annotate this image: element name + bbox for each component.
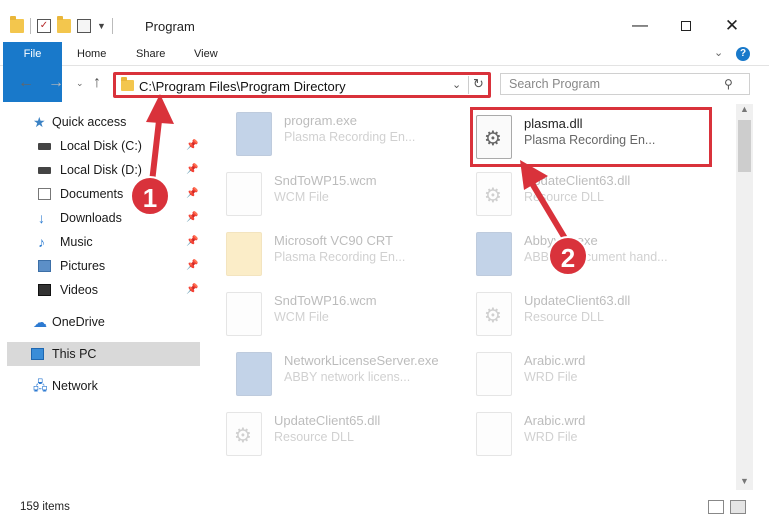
callout-badge-2: 2 bbox=[548, 236, 588, 276]
callout-arrows bbox=[146, 94, 569, 243]
callout-arrow-1 bbox=[146, 94, 174, 185]
callout-badge-1: 1 bbox=[130, 176, 170, 216]
callout-arrow-2 bbox=[520, 160, 569, 243]
